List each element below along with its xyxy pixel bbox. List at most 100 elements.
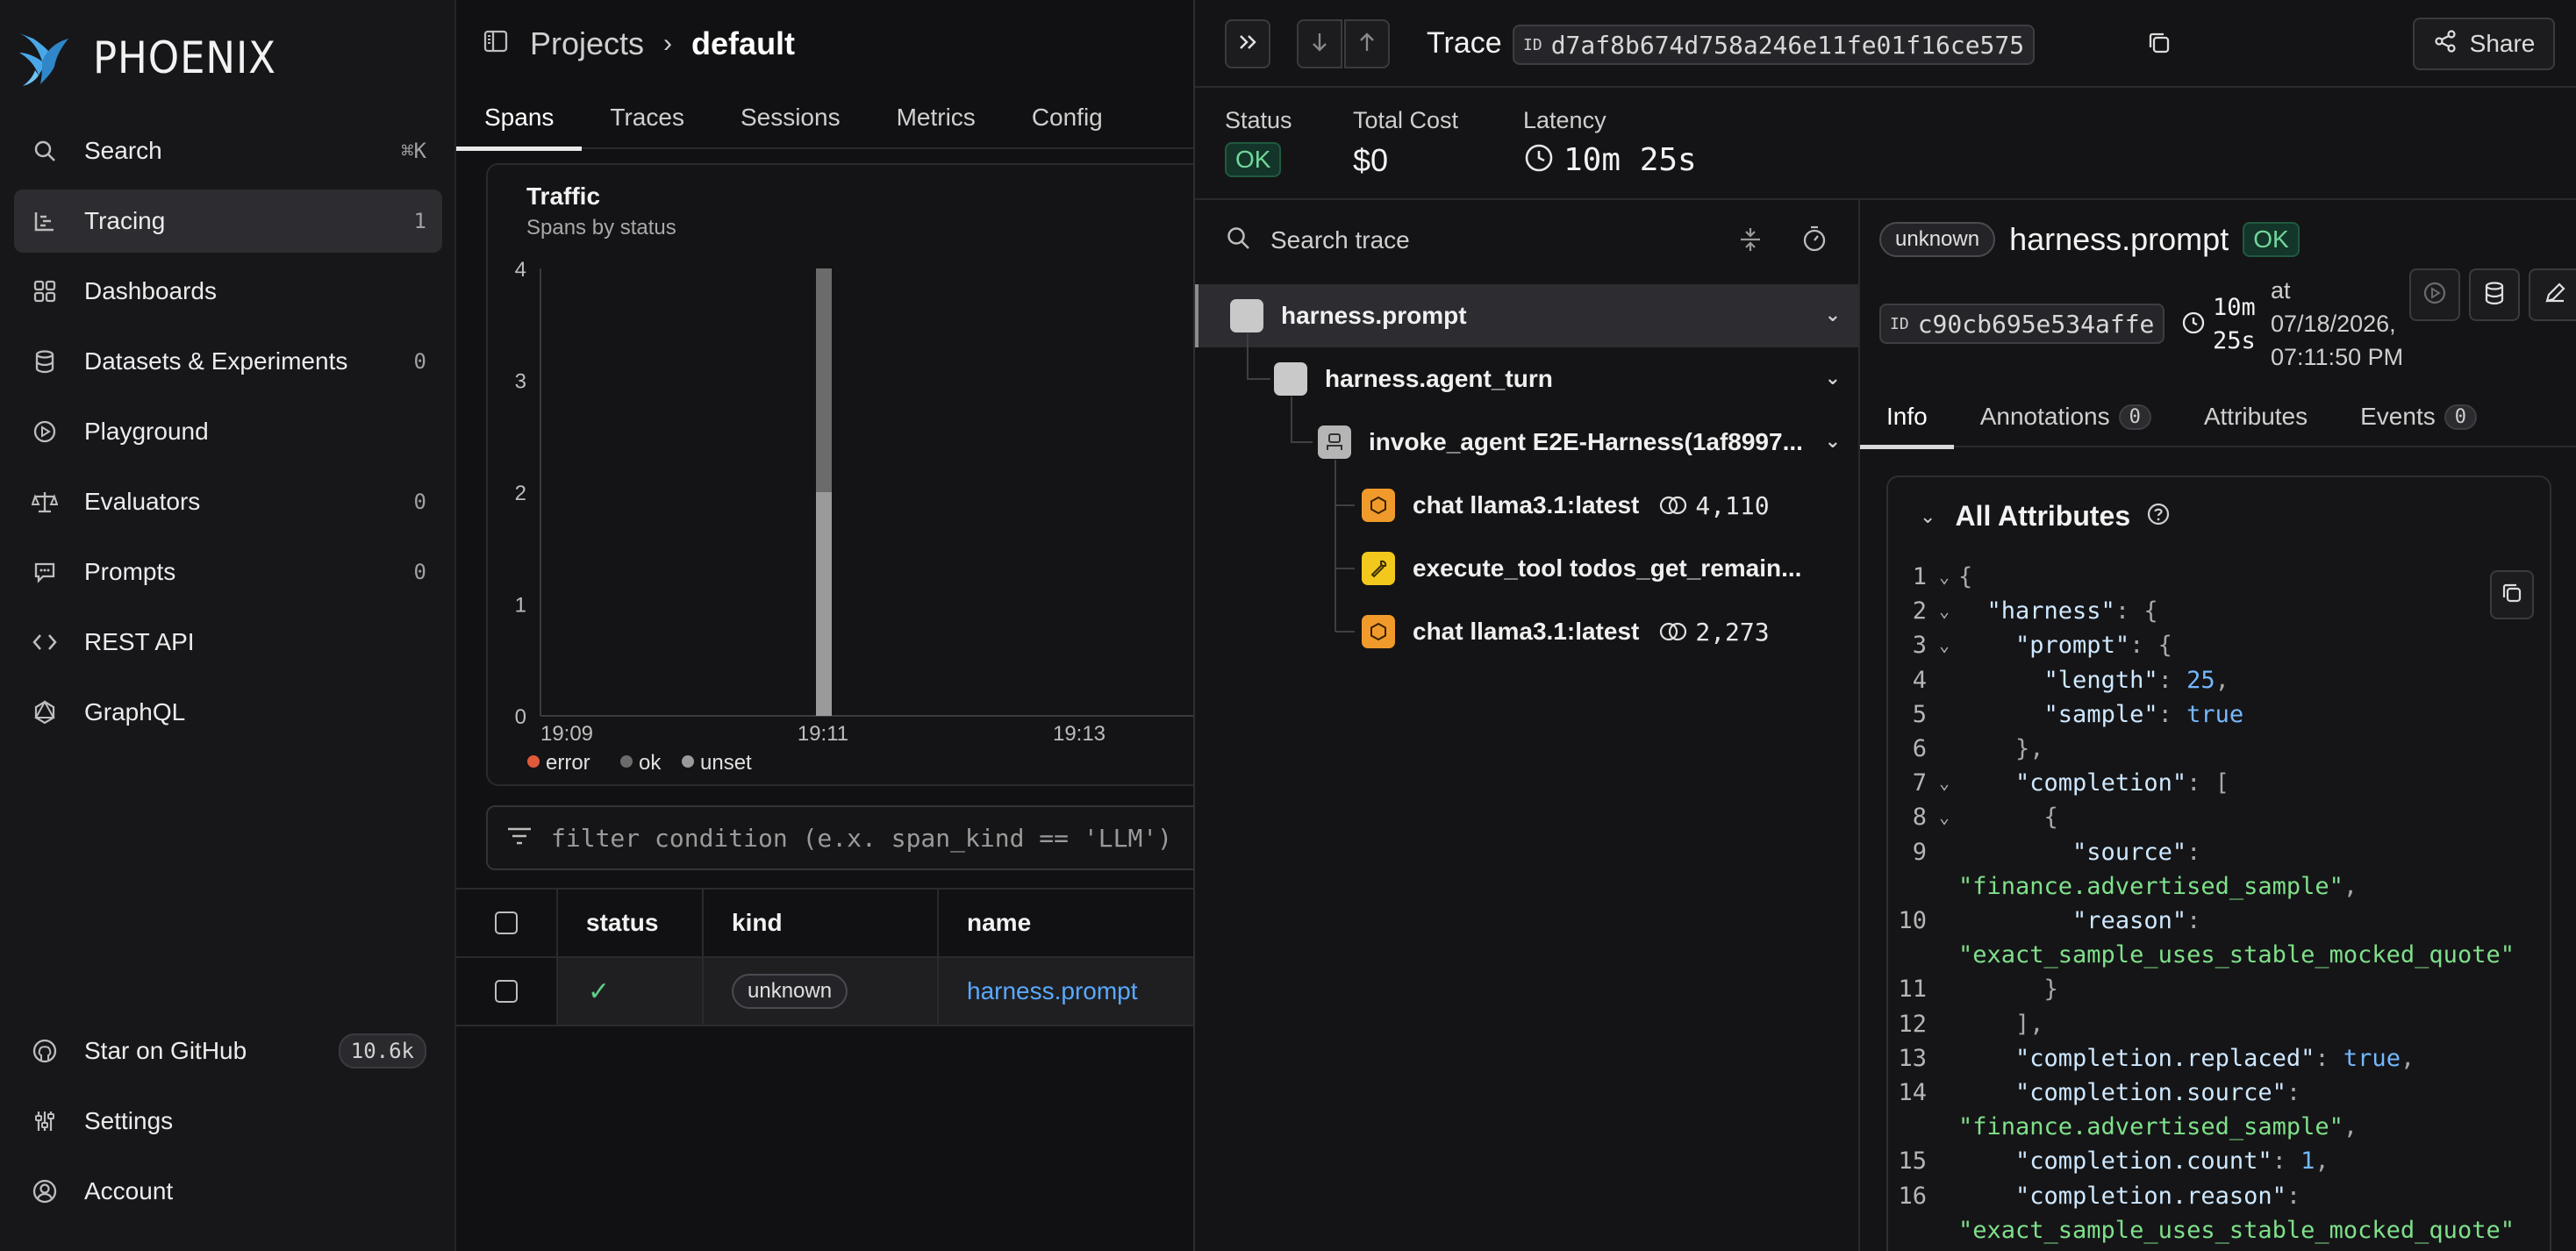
- chevron-down-icon[interactable]: ⌄: [1825, 367, 1841, 390]
- span-detail-tabs: Info Annotations 0 Attributes Events 0: [1860, 386, 2576, 449]
- unknown-span-icon: [1230, 299, 1263, 332]
- y-tick-label: 2: [515, 482, 526, 505]
- json-line: "finance.advertised_sample",: [1888, 869, 2550, 904]
- tree-node-chat-llm[interactable]: chat llama3.1:latest 4,110: [1362, 474, 1841, 537]
- timer-icon[interactable]: [1800, 225, 1828, 257]
- tab-label: Info: [1886, 403, 1928, 430]
- line-number: 5: [1912, 700, 1927, 728]
- tree-node-agent-turn[interactable]: harness.agent_turn ⌄: [1274, 347, 1841, 411]
- chevron-down-icon: ⌄: [1920, 504, 1936, 527]
- fold-chevron-icon[interactable]: ⌄: [1930, 628, 1958, 662]
- github-star-count: 10.6k: [338, 1033, 426, 1069]
- trace-search-placeholder: Search trace: [1270, 225, 1410, 254]
- phoenix-logo[interactable]: PHOENIX: [16, 26, 297, 89]
- chevrons-right-icon: [1235, 30, 1260, 59]
- fold-chevron-icon[interactable]: ⌄: [1930, 800, 1958, 834]
- sidebar-item-label: Settings: [84, 1107, 174, 1134]
- bar-unset: [816, 492, 832, 716]
- line-number: 11: [1898, 976, 1927, 1004]
- json-line: 4 "length": 25,: [1888, 663, 2550, 697]
- tab-spans[interactable]: Spans: [456, 91, 583, 151]
- tab-label: Events: [2360, 403, 2436, 430]
- attributes-header[interactable]: ⌄ All Attributes: [1920, 500, 2171, 533]
- fold-gutter: [1930, 1179, 1958, 1213]
- tab-sessions[interactable]: Sessions: [712, 91, 869, 149]
- table-row[interactable]: ✓ unknown harness.prompt: [456, 958, 1193, 1026]
- annotate-button[interactable]: [2529, 268, 2576, 321]
- json-line: 7 ⌄ "completion": [: [1888, 766, 2550, 800]
- dashboards-icon: [30, 276, 60, 306]
- sidebar-toggle-icon[interactable]: [483, 25, 509, 62]
- tab-traces[interactable]: Traces: [582, 91, 712, 149]
- column-name[interactable]: name: [939, 890, 1193, 956]
- sidebar-item-settings[interactable]: Settings: [14, 1090, 442, 1153]
- sidebar-item-evaluators[interactable]: Evaluators 0: [14, 470, 442, 533]
- fold-chevron-icon[interactable]: ⌄: [1930, 560, 1958, 594]
- sidebar-item-label: Tracing: [84, 207, 166, 234]
- previous-trace-button[interactable]: [1344, 19, 1390, 68]
- copy-trace-id-button[interactable]: [2146, 30, 2172, 61]
- sidebar-item-prompts[interactable]: Prompts 0: [14, 540, 442, 604]
- project-panel: Projects › default Spans Traces Sessions…: [456, 0, 1207, 1251]
- span-filter-input[interactable]: filter condition (e.x. span_kind == 'LLM…: [486, 805, 1206, 870]
- column-status[interactable]: status: [558, 890, 704, 956]
- edit-icon: [2543, 281, 2567, 310]
- chevron-down-icon[interactable]: ⌄: [1825, 304, 1841, 326]
- y-tick-label: 0: [515, 705, 526, 729]
- tab-annotations[interactable]: Annotations 0: [1954, 386, 2178, 447]
- tab-metrics[interactable]: Metrics: [869, 91, 1004, 149]
- next-trace-button[interactable]: [1297, 19, 1342, 68]
- project-tabs: Spans Traces Sessions Metrics Config: [456, 91, 1193, 151]
- sidebar-item-github[interactable]: Star on GitHub 10.6k: [14, 1019, 442, 1083]
- pane-divider[interactable]: [1858, 198, 1860, 1251]
- sidebar-item-graphql[interactable]: GraphQL: [14, 681, 442, 744]
- tree-node-invoke-agent[interactable]: invoke_agent E2E-Harness(1af8997... ⌄: [1318, 411, 1841, 474]
- tab-info[interactable]: Info: [1860, 386, 1954, 449]
- collapse-panel-button[interactable]: [1225, 19, 1270, 68]
- tree-node-harness-prompt[interactable]: harness.prompt ⌄: [1230, 284, 1841, 347]
- replay-in-playground-button[interactable]: [2409, 268, 2460, 321]
- line-text: "completion.replaced": true,: [2015, 1044, 2415, 1072]
- sidebar-item-search[interactable]: Search ⌘K: [14, 119, 442, 182]
- column-kind[interactable]: kind: [704, 890, 939, 956]
- help-icon[interactable]: [2146, 502, 2171, 531]
- tree-node-execute-tool[interactable]: execute_tool todos_get_remain...: [1362, 537, 1841, 600]
- x-tick-label: 19:09: [540, 722, 593, 746]
- chevron-down-icon[interactable]: ⌄: [1825, 430, 1841, 453]
- breadcrumb-projects[interactable]: Projects: [530, 25, 644, 62]
- row-checkbox[interactable]: [495, 980, 518, 1003]
- select-all-checkbox[interactable]: [495, 911, 518, 934]
- sidebar-item-dashboards[interactable]: Dashboards: [14, 260, 442, 323]
- share-label: Share: [2469, 30, 2536, 57]
- line-text: "completion.source":: [2015, 1079, 2301, 1107]
- code-icon: [30, 627, 60, 657]
- sidebar-item-datasets[interactable]: Datasets & Experiments 0: [14, 330, 442, 393]
- sidebar-item-rest-api[interactable]: REST API: [14, 611, 442, 674]
- tab-config[interactable]: Config: [1004, 91, 1131, 149]
- sidebar-item-label: Star on GitHub: [84, 1037, 247, 1064]
- expand-all-icon[interactable]: [1737, 226, 1764, 257]
- sidebar-item-label: Prompts: [84, 558, 176, 585]
- fold-chevron-icon[interactable]: ⌄: [1930, 594, 1958, 628]
- json-line: 11 }: [1888, 972, 2550, 1006]
- line-text: "reason":: [2072, 907, 2201, 935]
- tab-attributes[interactable]: Attributes: [2178, 386, 2334, 447]
- tab-events[interactable]: Events 0: [2334, 386, 2503, 447]
- span-name-link[interactable]: harness.prompt: [939, 958, 1193, 1025]
- sidebar-item-playground[interactable]: Playground: [14, 400, 442, 463]
- copy-json-button[interactable]: [2490, 570, 2534, 619]
- fold-gutter: [1930, 938, 1958, 972]
- line-number: [1888, 869, 1930, 904]
- scale-icon: [30, 487, 60, 517]
- json-line: 10 "reason":: [1888, 904, 2550, 938]
- add-to-dataset-button[interactable]: [2469, 268, 2520, 321]
- sidebar-item-tracing[interactable]: Tracing 1: [14, 189, 442, 253]
- account-icon: [30, 1176, 60, 1206]
- attributes-json-viewer[interactable]: 1 ⌄{2 ⌄ "harness": {3 ⌄ "prompt": {4 "lengt…: [1888, 560, 2550, 1247]
- sidebar-item-account[interactable]: Account: [14, 1160, 442, 1223]
- tree-node-chat-llm[interactable]: chat llama3.1:latest 2,273: [1362, 600, 1841, 663]
- clock-icon: [2181, 311, 2206, 340]
- filter-icon: [505, 824, 533, 853]
- share-button[interactable]: Share: [2413, 18, 2555, 70]
- fold-chevron-icon[interactable]: ⌄: [1930, 766, 1958, 800]
